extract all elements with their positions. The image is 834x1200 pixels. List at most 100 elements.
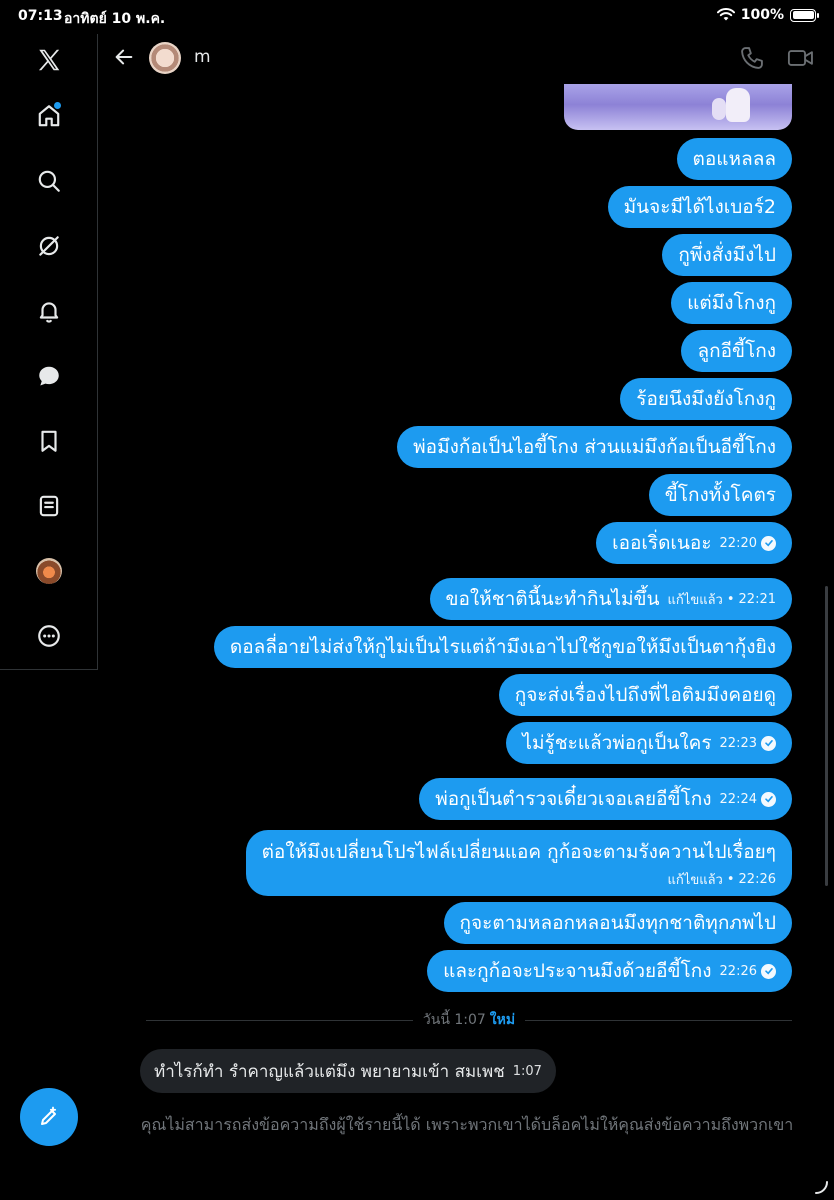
message-time: 22:23	[719, 735, 757, 751]
battery-icon	[790, 8, 819, 22]
message-meta: 22:24	[719, 791, 776, 807]
message-text: ขอให้ชาตินี้นะทำกินไม่ขึ้น	[445, 588, 660, 610]
avatar	[36, 558, 62, 584]
sent-message[interactable]: ต่อให้มึงเปลี่ยนโปรไฟล์เปลี่ยนแอค กูก้อจ…	[245, 830, 792, 896]
message-text: ร้อยนึงมึงยังโกงกู	[636, 388, 776, 410]
sidebar-item-lists[interactable]	[25, 482, 73, 530]
message-text: ลูกอีขี้โกง	[697, 340, 776, 362]
message-time: 22:20	[719, 535, 757, 551]
status-time: 07:13	[18, 8, 63, 24]
sent-message[interactable]: ดอลลี่อายไม่ส่งให้กูไม่เป็นไรแต่ถ้ามึงเอ…	[213, 626, 792, 668]
sidebar-item-messages[interactable]	[25, 352, 73, 400]
sidebar-item-search[interactable]	[25, 157, 73, 205]
message-text: กูจะตามหลอกหลอนมึงทุกชาติทุกภพไป	[459, 912, 776, 934]
new-label: ใหม่	[489, 1012, 516, 1028]
seen-check-icon	[761, 791, 776, 807]
message-meta: 22:23	[719, 735, 776, 751]
sent-message[interactable]: กูพึ่งสั่งมึงไป	[662, 234, 792, 276]
sent-message[interactable]: ตอแหลลล	[676, 138, 792, 180]
wifi-icon	[716, 8, 735, 21]
contact-avatar[interactable]	[149, 42, 181, 74]
arrow-left-icon	[115, 49, 133, 65]
sent-message[interactable]: ขี้โกงทั้งโคตร	[648, 474, 792, 516]
message-text: เออเริ่ดเนอะ	[612, 532, 712, 554]
seen-check-icon	[761, 535, 776, 551]
resize-handle-icon	[815, 1181, 828, 1194]
message-meta: 22:20	[719, 535, 776, 551]
seen-check-icon	[761, 735, 776, 751]
sent-message[interactable]: กูจะตามหลอกหลอนมึงทุกชาติทุกภพไป	[443, 902, 792, 944]
sent-message[interactable]: กูจะส่งเรื่องไปถึงพี่ไอติมมึงคอยดู	[498, 674, 792, 716]
sidebar-item-more[interactable]	[25, 612, 73, 660]
contact-name[interactable]: m	[194, 47, 211, 67]
sent-message[interactable]: ร้อยนึงมึงยังโกงกู	[620, 378, 792, 420]
status-date: อาทิตย์ 10 พ.ค.	[64, 11, 166, 27]
message-text: และกูก้อจะประจานมึงด้วยอีขี้โกง	[443, 960, 712, 982]
message-text: ตอแหลลล	[692, 148, 776, 170]
phone-icon	[741, 47, 763, 69]
sent-message[interactable]: พ่อมึงก้อเป็นไอขี้โกง ส่วนแม่มึงก้อเป็นอ…	[397, 426, 792, 468]
message-text: แต่มึงโกงกู	[687, 292, 776, 314]
message-time: 22:26	[738, 871, 776, 887]
message-time: 22:26	[719, 963, 757, 979]
compose-button[interactable]	[20, 1088, 78, 1146]
message-text: พ่อมึงก้อเป็นไอขี้โกง ส่วนแม่มึงก้อเป็นอ…	[413, 436, 776, 458]
message-text: กูพึ่งสั่งมึงไป	[678, 244, 776, 266]
message-text: ต่อให้มึงเปลี่ยนโปรไฟล์เปลี่ยนแอค กูก้อจ…	[261, 840, 776, 863]
image-message[interactable]	[564, 84, 792, 130]
message-meta: 22:26	[719, 963, 776, 979]
grok-icon	[39, 236, 59, 256]
message-text: ทำไรก้ทำ รำคาญแล้วแต่มึง พยายามเข้า สมเพ…	[154, 1061, 505, 1082]
message-text: ขี้โกงทั้งโคตร	[664, 484, 776, 506]
sidebar-item-home[interactable]	[25, 92, 73, 140]
compose-icon	[41, 1106, 57, 1125]
received-message[interactable]: ทำไรก้ทำ รำคาญแล้วแต่มึง พยายามเข้า สมเพ…	[140, 1049, 556, 1093]
message-text: พ่อกูเป็นตำรวจเดี๋ยวเจอเลยอีขี้โกง	[435, 788, 712, 810]
sidebar-item-profile[interactable]	[25, 547, 73, 595]
message-meta: แก้ไขแล้ว • 22:26	[668, 869, 776, 890]
sidebar-item-bookmarks[interactable]	[25, 417, 73, 465]
sent-message[interactable]: มันจะมีได้ไงเบอร์2	[607, 186, 792, 228]
more-icon	[38, 625, 60, 647]
sent-message[interactable]: ขอให้ชาตินี้นะทำกินไม่ขึ้น แก้ไขแล้ว • 2…	[429, 578, 792, 620]
day-divider: วันนี้ 1:07 ใหม่	[146, 1010, 792, 1030]
search-icon	[38, 170, 60, 192]
notification-dot	[54, 102, 61, 109]
sent-message[interactable]: ลูกอีขี้โกง	[681, 330, 792, 372]
bell-icon	[39, 302, 59, 323]
scrollbar[interactable]	[825, 586, 828, 886]
list-icon	[39, 495, 59, 517]
message-text: ดอลลี่อายไม่ส่งให้กูไม่เป็นไรแต่ถ้ามึงเอ…	[229, 636, 776, 658]
x-logo-icon[interactable]	[25, 36, 73, 84]
status-bar: 07:13 อาทิตย์ 10 พ.ค. 100%	[0, 0, 834, 34]
message-meta: 1:07	[513, 1064, 542, 1079]
message-icon	[39, 366, 59, 386]
message-text: ไม่รู้ชะแล้วพ่อกูเป็นใคร	[522, 732, 712, 754]
message-text: กูจะส่งเรื่องไปถึงพี่ไอติมมึงคอยดู	[514, 684, 776, 706]
blocked-notice: คุณไม่สามารถส่งข้อความถึงผู้ใช้รายนี้ได้…	[140, 1115, 794, 1134]
sidebar	[0, 34, 98, 670]
sent-message[interactable]: และกูก้อจะประจานมึงด้วยอีขี้โกง 22:26	[427, 950, 792, 992]
conversation-header: m	[99, 34, 834, 82]
sent-message[interactable]: เออเริ่ดเนอะ 22:20	[596, 522, 792, 564]
sent-message[interactable]: พ่อกูเป็นตำรวจเดี๋ยวเจอเลยอีขี้โกง 22:24	[419, 778, 792, 820]
video-call-button[interactable]	[786, 44, 816, 72]
sent-message[interactable]: แต่มึงโกงกู	[671, 282, 792, 324]
message-time: 22:21	[738, 591, 776, 607]
edited-label: แก้ไขแล้ว	[667, 872, 723, 888]
battery-percent: 100%	[740, 7, 784, 23]
edited-label: แก้ไขแล้ว	[667, 592, 723, 608]
message-text: มันจะมีได้ไงเบอร์2	[623, 196, 776, 218]
message-time: 1:07	[512, 1063, 542, 1079]
sidebar-item-notifications[interactable]	[25, 287, 73, 335]
message-time: 22:24	[719, 791, 757, 807]
sidebar-item-grok[interactable]	[25, 222, 73, 270]
status-indicators: 100%	[716, 7, 819, 23]
sent-message[interactable]: ไม่รู้ชะแล้วพ่อกูเป็นใคร 22:23	[506, 722, 792, 764]
bookmark-icon	[41, 430, 57, 452]
back-button[interactable]	[109, 42, 139, 72]
message-meta: แก้ไขแล้ว • 22:21	[668, 589, 776, 610]
divider-date: วันนี้ 1:07	[422, 1012, 486, 1028]
video-icon	[787, 50, 813, 66]
call-button[interactable]	[738, 44, 766, 72]
